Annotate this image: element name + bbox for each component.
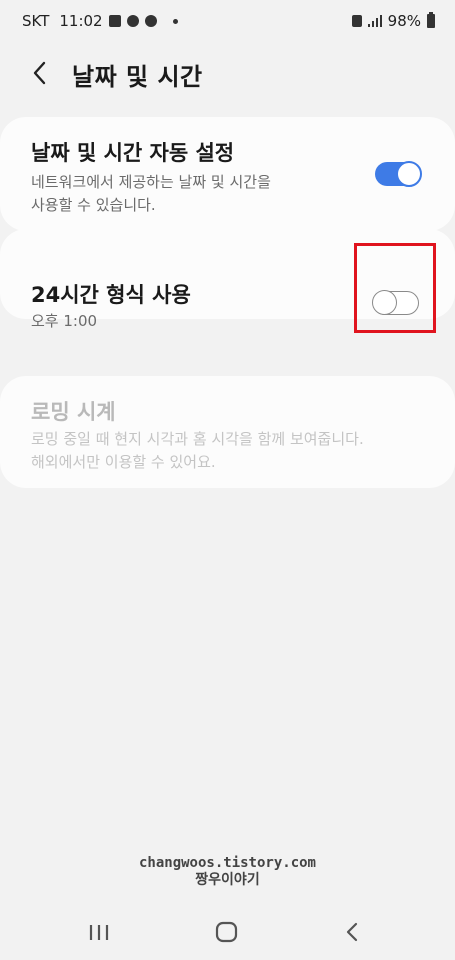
- status-bar: SKT 11:02 98%: [0, 0, 455, 44]
- message-notification-icon: [144, 15, 157, 27]
- setting-title: 24시간 형식 사용: [31, 283, 191, 307]
- app-header: 날짜 및 시간: [0, 52, 455, 96]
- page-title: 날짜 및 시간: [72, 63, 203, 91]
- wifi-calling-icon: [351, 15, 362, 27]
- setting-title: 로밍 시계: [31, 400, 116, 424]
- auto-date-time-toggle[interactable]: [375, 161, 422, 187]
- setting-title: 날짜 및 시간 자동 설정: [31, 141, 235, 165]
- recent-apps-button[interactable]: [82, 917, 116, 947]
- toggle-knob: [396, 161, 422, 187]
- setting-description: 오후 1:00: [31, 312, 98, 330]
- auto-date-time-setting[interactable]: 날짜 및 시간 자동 설정 네트워크에서 제공하는 날짜 및 시간을 사용할 수…: [0, 117, 455, 231]
- more-notifications-icon: [172, 18, 178, 24]
- setting-description: 네트워크에서 제공하는 날짜 및 시간을 사용할 수 있습니다.: [31, 173, 271, 214]
- recent-apps-icon: [89, 925, 109, 940]
- clock: 11:02: [59, 12, 103, 30]
- back-icon: [346, 922, 358, 942]
- roaming-clock-setting: 로밍 시계 로밍 중일 때 현지 시각과 홈 시각을 함께 보여줍니다. 해외에…: [0, 376, 455, 488]
- setting-description: 로밍 중일 때 현지 시각과 홈 시각을 함께 보여줍니다. 해외에서만 이용할…: [31, 430, 364, 471]
- home-button[interactable]: [210, 917, 244, 947]
- chevron-left-icon: [33, 61, 46, 85]
- highlight-box: [354, 243, 436, 333]
- watermark-url: changwoos.tistory.com: [138, 855, 316, 871]
- status-bar-left: SKT 11:02: [22, 12, 178, 30]
- watermark: changwoos.tistory.com 짱우이야기: [0, 855, 455, 889]
- carrier-label: SKT: [22, 12, 50, 30]
- nav-back-button[interactable]: [336, 917, 370, 947]
- home-icon: [215, 921, 238, 943]
- status-bar-right: 98%: [351, 12, 435, 30]
- navigation-bar: [0, 905, 455, 960]
- battery-percent: 98%: [387, 12, 421, 30]
- back-button[interactable]: [24, 56, 58, 90]
- gallery-notification-icon: [108, 15, 121, 27]
- watermark-blog-name: 짱우이야기: [195, 872, 260, 888]
- chat-notification-icon: [126, 15, 139, 27]
- battery-icon: [427, 12, 435, 28]
- signal-icon: [367, 15, 382, 27]
